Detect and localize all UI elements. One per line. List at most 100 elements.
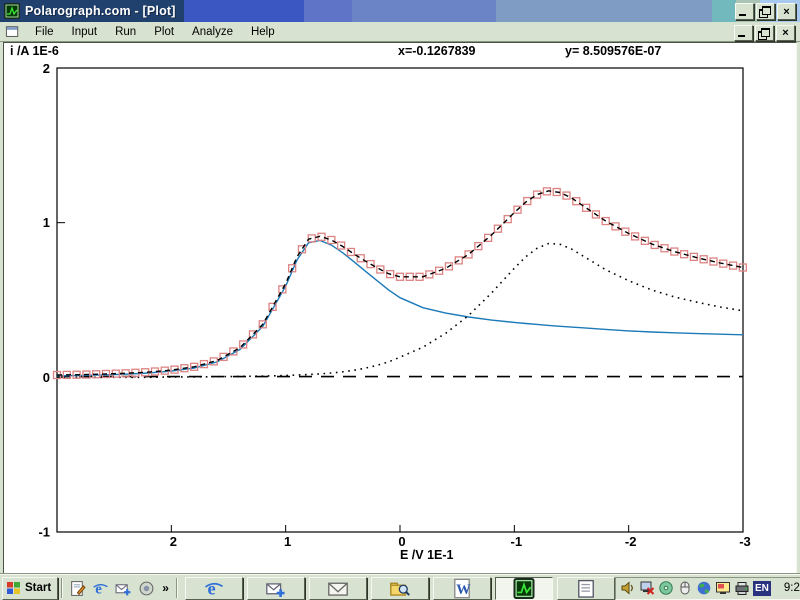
child-close-button[interactable]: × <box>776 25 795 41</box>
cursor-x-readout: x=-0.1267839 <box>398 44 476 58</box>
quick-launch-overflow-chevron[interactable]: » <box>158 581 173 595</box>
internet-explorer-icon: e <box>189 578 239 599</box>
task-button-1[interactable]: pol... <box>247 577 305 600</box>
app-icon <box>4 3 20 19</box>
y-tick-label: -1 <box>38 525 50 540</box>
task-button-label: pol... <box>304 582 305 594</box>
tray-printer-icon[interactable] <box>734 580 750 596</box>
task-button-5[interactable]: Pol... <box>495 577 553 600</box>
restore-button[interactable] <box>756 3 775 20</box>
menu-item-help[interactable]: Help <box>242 24 284 40</box>
x-tick-label: -1 <box>511 534 523 549</box>
polarograph-icon <box>499 578 549 599</box>
mdi-child-window-icon[interactable] <box>5 25 20 39</box>
menu-items: FileInputRunPlotAnalyzeHelp <box>26 24 284 40</box>
quick-launch-bar: e <box>66 580 158 597</box>
quick-launch-outlook-express-icon[interactable] <box>115 580 132 597</box>
tray-mouse-icon[interactable] <box>677 580 693 596</box>
x-tick-label: 2 <box>170 534 177 549</box>
cd-icon <box>658 580 674 596</box>
x-tick-label: 1 <box>284 534 291 549</box>
mouse-icon <box>677 580 693 596</box>
word-icon: W <box>437 578 487 599</box>
printer-icon <box>734 580 750 596</box>
task-button-4[interactable]: Wsp... <box>433 577 491 600</box>
task-button-0[interactable]: eC:\... <box>185 577 243 600</box>
y-axis-label: i /A 1E-6 <box>10 44 59 58</box>
y-tick-label: 2 <box>43 61 50 76</box>
tray-cd-icon[interactable] <box>658 580 674 596</box>
menu-bar: FileInputRunPlotAnalyzeHelp × <box>0 22 800 42</box>
system-tray: EN 9:28 AM <box>615 577 800 600</box>
data-point-marker <box>328 236 335 243</box>
minimize-button[interactable] <box>735 3 754 20</box>
menu-item-plot[interactable]: Plot <box>145 24 183 40</box>
y-tick-label: 0 <box>43 370 50 385</box>
data-point-marker <box>357 255 364 262</box>
globe-icon <box>696 580 712 596</box>
round-app-icon <box>138 580 155 597</box>
start-label: Start <box>25 582 51 594</box>
menu-item-input[interactable]: Input <box>63 24 107 40</box>
task-button-6[interactable]: Me... <box>557 577 615 600</box>
windows-flag-icon <box>6 580 22 596</box>
child-window-controls: × <box>732 25 795 41</box>
language-indicator[interactable]: EN <box>753 581 771 596</box>
data-point-marker <box>661 245 668 252</box>
task-button-label: re,... <box>366 582 367 594</box>
cursor-y-readout: y= 8.509576E-07 <box>565 44 661 58</box>
menu-item-analyze[interactable]: Analyze <box>183 24 242 40</box>
taskbar-clock[interactable]: 9:28 AM <box>774 582 800 594</box>
task-button-label: sp... <box>490 582 491 594</box>
data-point-marker <box>612 223 619 230</box>
child-restore-button[interactable] <box>755 25 774 41</box>
tray-display-icon[interactable] <box>715 580 731 596</box>
plot-frame <box>57 68 743 532</box>
series-component-2 <box>57 244 743 378</box>
tray-network-error-icon[interactable] <box>639 580 655 596</box>
x-tick-label: 0 <box>398 534 405 549</box>
volume-icon <box>620 580 636 596</box>
window-title: Polarograph.com - [Plot] <box>25 4 176 18</box>
svg-text:W: W <box>456 581 471 597</box>
network-error-icon <box>639 580 655 596</box>
series-component-1 <box>57 241 743 376</box>
quick-launch-document-pen-icon[interactable] <box>69 580 86 597</box>
data-point-marker <box>651 241 658 248</box>
child-minimize-button[interactable] <box>734 25 753 41</box>
task-button-label: C:\... <box>428 582 429 594</box>
start-button[interactable]: Start <box>2 577 58 600</box>
task-button-2[interactable]: re,... <box>309 577 367 600</box>
outlook-express-icon <box>251 578 301 599</box>
plot-canvas[interactable]: 2 1 0 -1 -2 -3 2 1 0 -1 <box>0 40 800 574</box>
taskbar-divider[interactable] <box>61 578 63 598</box>
data-point-marker <box>367 261 374 268</box>
close-button[interactable]: × <box>777 3 796 20</box>
taskbar-divider[interactable] <box>176 578 178 598</box>
display-icon <box>715 580 731 596</box>
tray-icons <box>620 580 750 596</box>
svg-text:e: e <box>95 581 102 597</box>
menu-item-run[interactable]: Run <box>106 24 145 40</box>
window-controls: × <box>733 3 796 20</box>
x-axis-label: E /V 1E-1 <box>400 548 454 562</box>
quick-launch-round-app-icon[interactable] <box>138 580 155 597</box>
envelope-icon <box>313 578 363 599</box>
x-tick-label: -2 <box>625 534 637 549</box>
task-button-3[interactable]: C:\... <box>371 577 429 600</box>
x-tick-label: -3 <box>739 534 751 549</box>
tray-globe-icon[interactable] <box>696 580 712 596</box>
data-point-marker <box>426 271 433 278</box>
y-tick-label: 1 <box>43 215 50 230</box>
mdi-child-window-icon <box>5 25 20 39</box>
quick-launch-internet-explorer-icon[interactable]: e <box>92 580 109 597</box>
title-bar[interactable]: Polarograph.com - [Plot] × <box>0 0 800 22</box>
internet-explorer-icon: e <box>92 580 109 597</box>
notes-icon <box>561 578 611 599</box>
document-pen-icon <box>69 580 86 597</box>
taskbar: Start e » eC:\... pol... re,... C:\... Wsp..… <box>0 574 800 600</box>
menu-item-file[interactable]: File <box>26 24 63 40</box>
app-icon <box>4 3 20 19</box>
outlook-express-icon <box>115 580 132 597</box>
tray-volume-icon[interactable] <box>620 580 636 596</box>
